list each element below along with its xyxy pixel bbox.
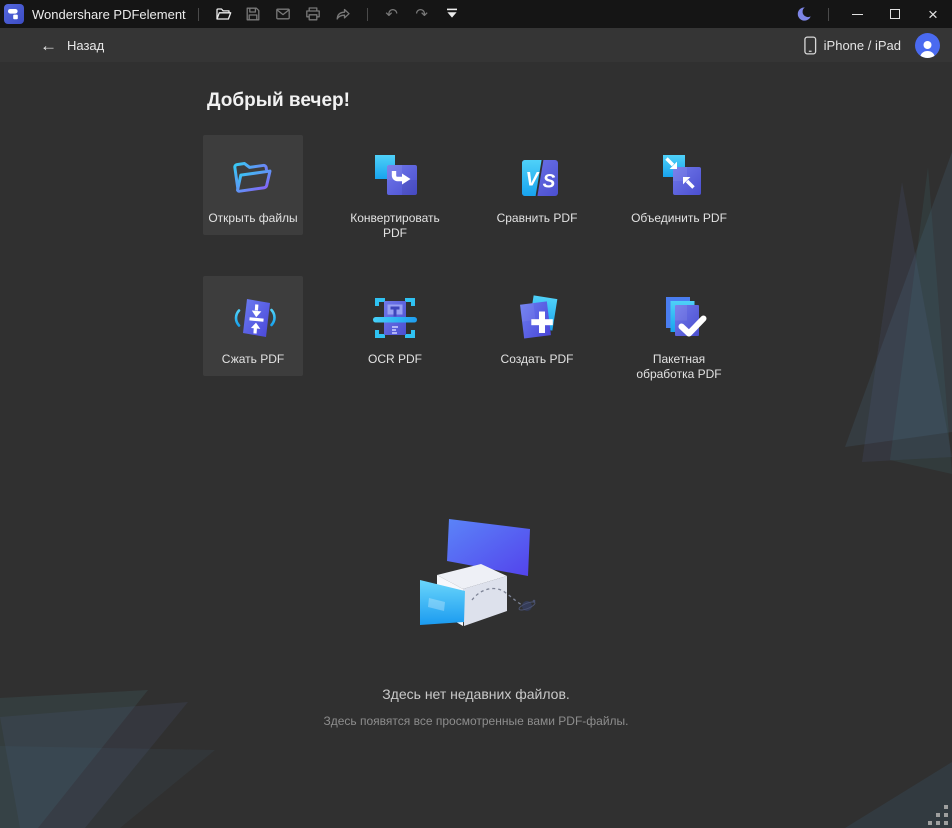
- account-avatar[interactable]: [915, 32, 940, 58]
- close-button[interactable]: ×: [914, 0, 952, 28]
- save-icon[interactable]: [238, 1, 268, 27]
- compare-letter-s: S: [543, 172, 556, 193]
- resize-grip[interactable]: [928, 805, 948, 825]
- back-button[interactable]: ← Назад: [40, 37, 104, 54]
- toolbar-separator: [828, 7, 829, 21]
- title-bar: Wondershare PDFelement ↶ ↷ ×: [0, 0, 952, 28]
- open-folder-icon: [233, 162, 272, 193]
- tile-label: Объединить PDF: [631, 211, 727, 225]
- tile-open-files[interactable]: Открыть файлы: [203, 135, 303, 235]
- app-title: Wondershare PDFelement: [32, 6, 186, 22]
- share-icon[interactable]: [328, 1, 358, 27]
- merge-pdf-icon: [663, 155, 701, 195]
- empty-state-title: Здесь нет недавних файлов.: [382, 686, 570, 702]
- device-connect-button[interactable]: iPhone / iPad: [803, 35, 901, 55]
- tile-ocr-pdf[interactable]: OCR PDF: [345, 276, 445, 376]
- back-label: Назад: [67, 37, 105, 53]
- undo-icon[interactable]: ↶: [377, 1, 407, 27]
- back-arrow-icon: ←: [40, 35, 57, 55]
- device-label: iPhone / iPad: [823, 37, 901, 53]
- compare-letter-v: V: [526, 170, 540, 191]
- app-logo-icon: [4, 4, 24, 24]
- empty-box-illustration: [420, 519, 536, 626]
- create-pdf-icon: [520, 295, 558, 339]
- batch-process-pdf-icon: [666, 297, 707, 337]
- tile-label: Сравнить PDF: [496, 211, 578, 225]
- redo-icon[interactable]: ↷: [407, 1, 437, 27]
- greeting-heading: Добрый вечер!: [207, 90, 350, 111]
- compress-pdf-icon: [234, 299, 276, 337]
- tile-label: Конвертировать PDF: [350, 211, 440, 240]
- tile-batch-process-pdf[interactable]: Пакетная обработка PDF: [629, 276, 729, 381]
- pdfelement-window: Wondershare PDFelement ↶ ↷ × ← Назад iPh…: [0, 0, 952, 828]
- minimize-button[interactable]: [838, 0, 876, 28]
- convert-pdf-icon: [375, 155, 417, 195]
- phone-icon: [803, 35, 816, 55]
- tile-label: OCR PDF: [368, 352, 422, 366]
- nav-bar: ← Назад iPhone / iPad: [0, 28, 952, 62]
- tile-create-pdf[interactable]: Создать PDF: [487, 276, 587, 376]
- tile-label: Сжать PDF: [221, 352, 285, 366]
- open-file-icon[interactable]: [208, 1, 238, 27]
- toolbar-separator: [197, 7, 199, 21]
- tile-label: Пакетная обработка PDF: [636, 352, 722, 381]
- tile-merge-pdf[interactable]: Объединить PDF: [629, 135, 729, 235]
- ocr-pdf-icon: [373, 298, 417, 338]
- dark-mode-moon-icon[interactable]: [789, 1, 819, 27]
- print-icon[interactable]: [298, 1, 328, 27]
- toolbar-separator: [366, 7, 368, 21]
- tile-compare-pdf[interactable]: V S Сравнить PDF: [487, 135, 587, 235]
- tile-label: Создать PDF: [500, 352, 574, 366]
- person-icon: [920, 40, 935, 58]
- compare-pdf-icon: V S: [522, 159, 558, 197]
- collapse-toolbar-icon[interactable]: [437, 1, 467, 27]
- email-icon[interactable]: [268, 1, 298, 27]
- tile-compress-pdf[interactable]: Сжать PDF: [203, 276, 303, 376]
- empty-state-subtitle: Здесь появятся все просмотренные вами PD…: [323, 714, 629, 728]
- tile-label: Открыть файлы: [208, 211, 298, 225]
- tile-convert-pdf[interactable]: Конвертировать PDF: [345, 135, 445, 240]
- maximize-button[interactable]: [876, 0, 914, 28]
